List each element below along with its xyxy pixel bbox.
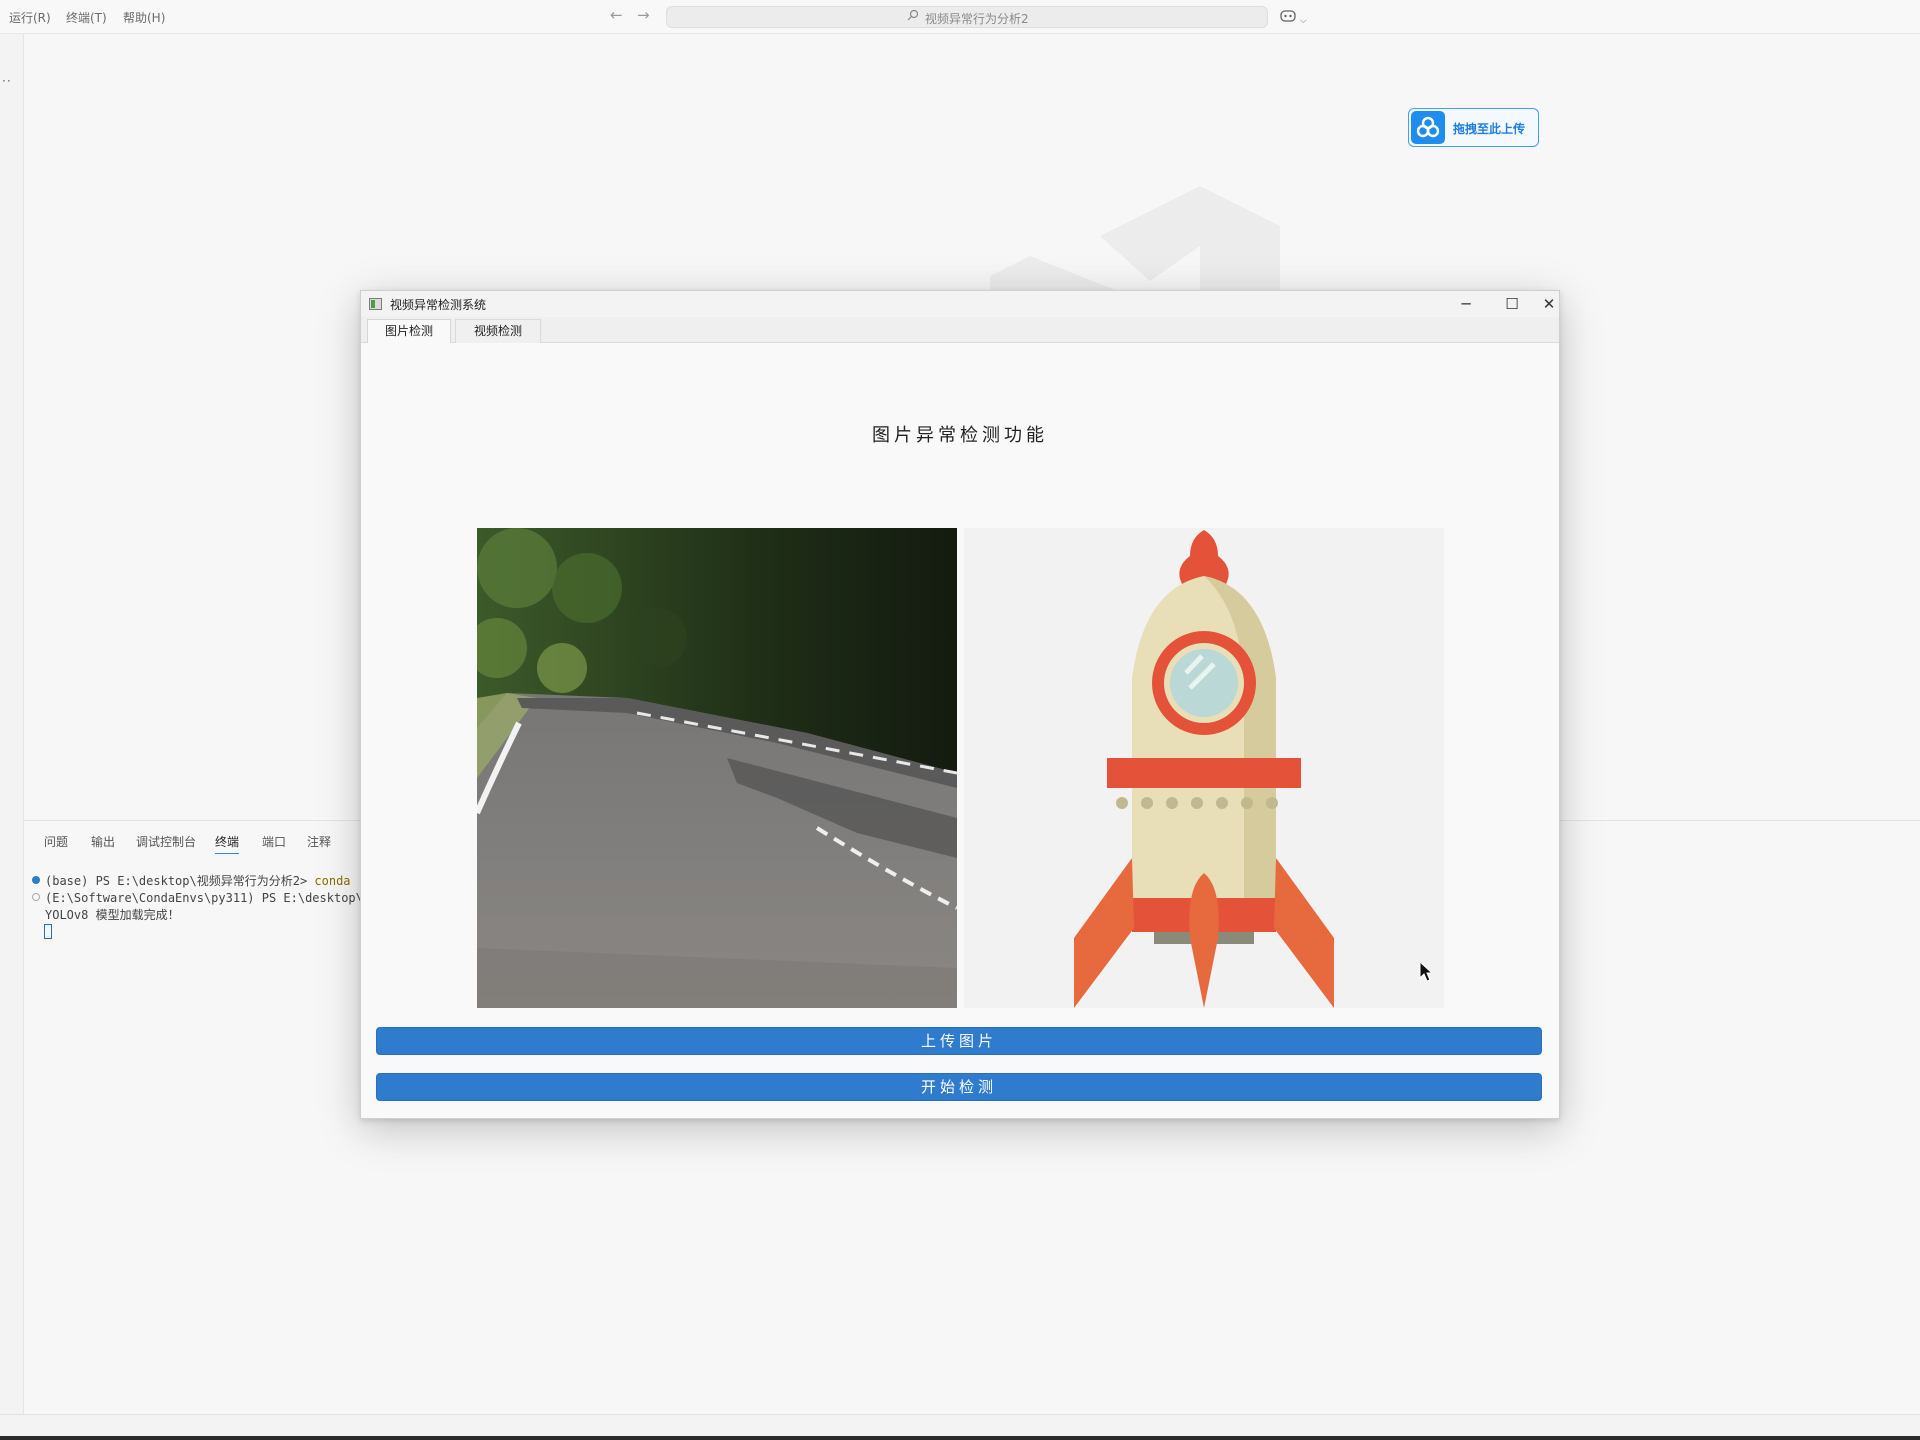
back-arrow-icon[interactable]: ← [610, 6, 623, 24]
forward-arrow-icon[interactable]: → [637, 6, 650, 24]
window-titlebar[interactable]: 视频异常检测系统 ─ ☐ ✕ [361, 291, 1559, 317]
upload-image-button[interactable]: 上传图片 [376, 1027, 1542, 1055]
window-title: 视频异常检测系统 [390, 298, 487, 312]
mouse-cursor-icon [1419, 961, 1433, 982]
terminal-line: (E:\Software\CondaEnvs\py311) PS E:\desk… [45, 891, 375, 905]
more-icon[interactable]: ·· [2, 74, 12, 88]
close-button[interactable]: ✕ [1538, 293, 1560, 315]
minimize-button[interactable]: ─ [1446, 293, 1486, 315]
terminal-command: conda [314, 874, 351, 888]
drag-upload-label: 拖拽至此上传 [1453, 122, 1526, 136]
output-image-rocket [964, 528, 1444, 1008]
panel-tab-ports[interactable]: 端口 [262, 833, 286, 853]
maximize-button[interactable]: ☐ [1492, 293, 1532, 315]
start-detection-button[interactable]: 开始检测 [376, 1073, 1542, 1101]
search-icon [907, 9, 919, 21]
drag-upload-badge[interactable]: 拖拽至此上传 [1408, 108, 1539, 147]
input-image-road [477, 528, 957, 1008]
menu-terminal[interactable]: 终端(T) [66, 9, 107, 26]
app-window: 视频异常检测系统 ─ ☐ ✕ 图片检测 视频检测 图片异常检测功能 上传图片 开… [360, 290, 1560, 1119]
panel-tab-comments[interactable]: 注释 [307, 833, 331, 853]
tab-image-detection[interactable]: 图片检测 [367, 319, 451, 343]
terminal-prompt: (base) PS E:\desktop\视频异常行为分析2> [45, 874, 315, 888]
panel-tab-debug-console[interactable]: 调试控制台 [136, 833, 196, 853]
terminal-status-dot [32, 893, 40, 901]
taskbar-edge [0, 1436, 1920, 1440]
panel-tab-output[interactable]: 输出 [91, 833, 115, 853]
terminal-status-dot [32, 876, 40, 884]
app-icon [369, 298, 382, 310]
panel-tab-terminal[interactable]: 终端 [215, 833, 240, 854]
menu-run[interactable]: 运行(R) [9, 9, 51, 26]
tab-bar: 图片检测 视频检测 [361, 317, 1559, 343]
panel-tab-problems[interactable]: 问题 [44, 833, 68, 853]
terminal-cursor [44, 924, 52, 939]
page-title: 图片异常检测功能 [872, 425, 1048, 446]
terminal-line: (base) PS E:\desktop\视频异常行为分析2> conda [45, 872, 381, 889]
menu-help[interactable]: 帮助(H) [123, 9, 165, 26]
chevron-down-icon: ⌵ [1299, 16, 1307, 26]
command-center-search[interactable]: 视频异常行为分析2 [666, 6, 1268, 28]
copilot-icon[interactable]: ⌵ [1280, 9, 1307, 26]
activity-bar: ·· [0, 34, 24, 1414]
tab-video-detection[interactable]: 视频检测 [455, 319, 541, 343]
editor-titlebar: 运行(R) 终端(T) 帮助(H) ← → 视频异常行为分析2 ⌵ [0, 0, 1920, 34]
command-center-text: 视频异常行为分析2 [925, 12, 1029, 26]
vscode-watermark-logo [990, 186, 1280, 296]
cloud-upload-icon [1411, 111, 1445, 144]
terminal-line: YOLOv8 模型加载完成！ [45, 908, 180, 922]
